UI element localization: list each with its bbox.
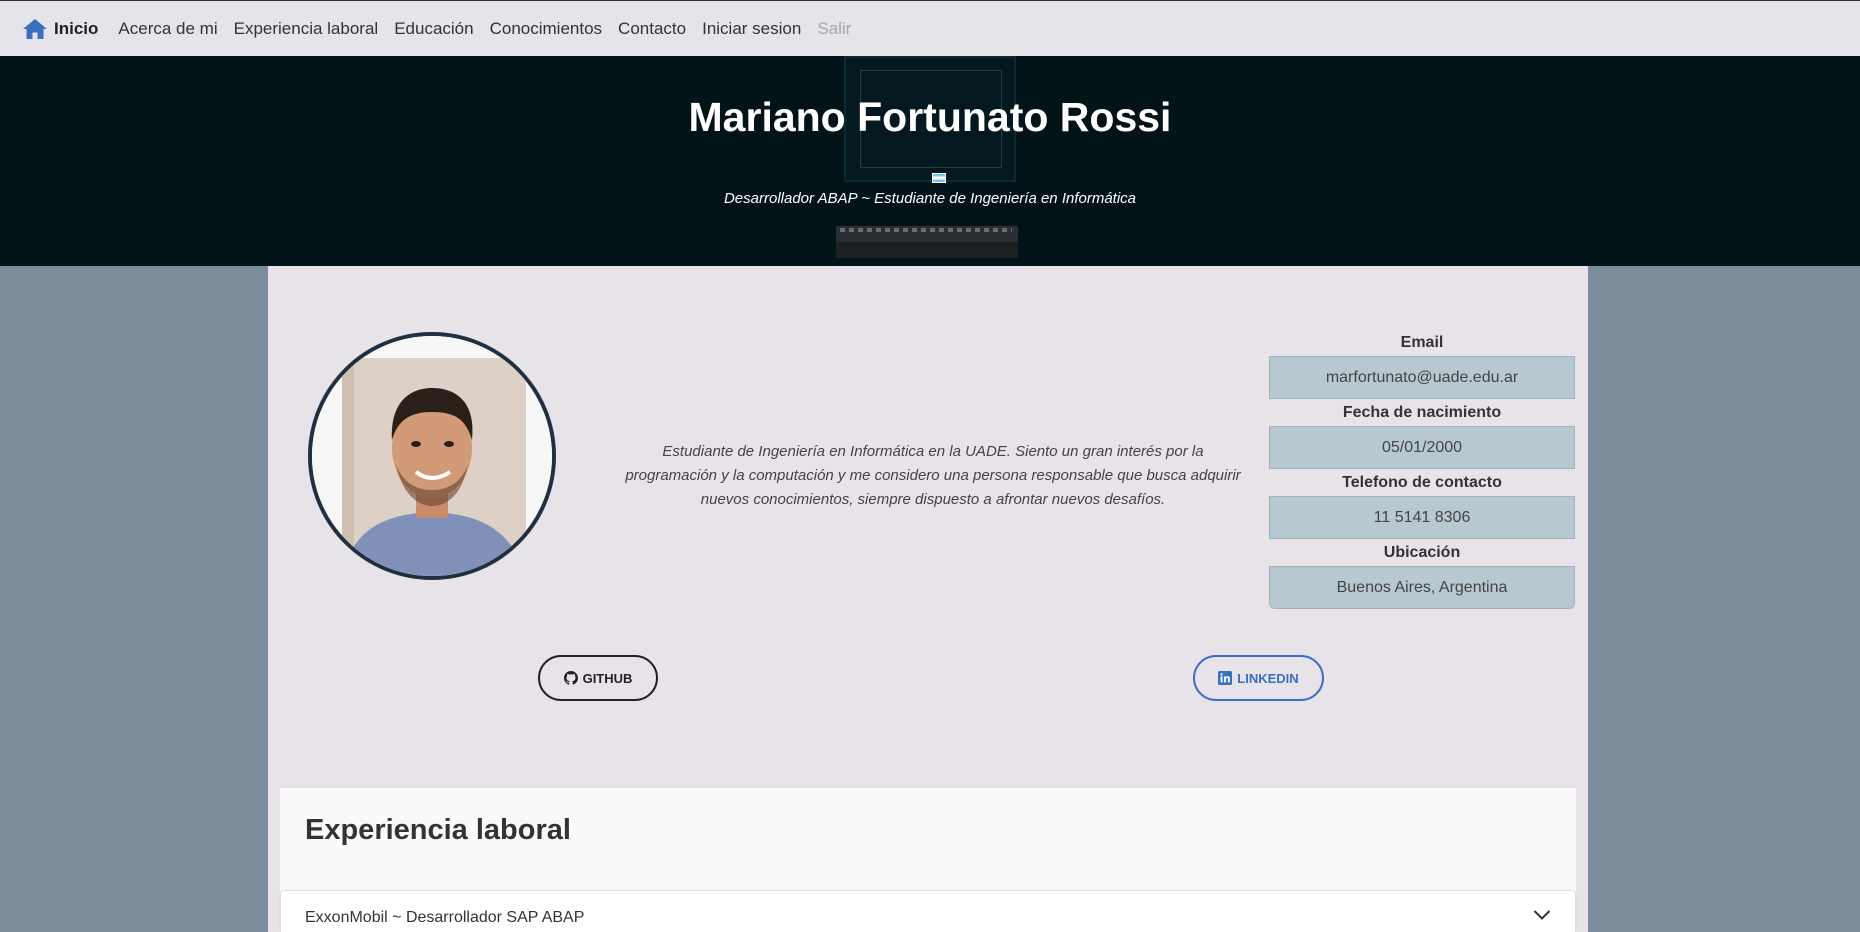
linkedin-label: LINKEDIN xyxy=(1237,670,1299,686)
email-label: Email xyxy=(1400,334,1444,351)
hero-subtitle: Desarrollador ABAP ~ Estudiante de Ingen… xyxy=(723,190,1137,207)
email-field: marfortunato@uade.edu.ar xyxy=(1269,356,1575,399)
about-text: Estudiante de Ingeniería en Informática … xyxy=(625,443,1241,508)
hero-title: Mariano Fortunato Rossi xyxy=(688,94,1172,140)
contact-info: Email marfortunato@uade.edu.ar Fecha de … xyxy=(1269,330,1575,610)
brand-home-link[interactable]: Inicio xyxy=(22,17,98,41)
github-button[interactable]: GITHUB xyxy=(538,655,658,701)
experience-title: Experiencia laboral xyxy=(305,814,571,846)
linkedin-button[interactable]: LINKEDIN xyxy=(1193,655,1324,701)
avatar xyxy=(308,332,556,580)
phone-field: 11 5141 8306 xyxy=(1269,496,1575,539)
argentina-flag-icon xyxy=(932,173,946,183)
experience-accordion-item[interactable]: ExxonMobil ~ Desarrollador SAP ABAP xyxy=(280,890,1576,932)
nav-item-educacion[interactable]: Educación xyxy=(394,19,473,39)
experience-item-label: ExxonMobil ~ Desarrollador SAP ABAP xyxy=(305,909,585,926)
location-field: Buenos Aires, Argentina xyxy=(1269,566,1575,609)
birthdate-field: 05/01/2000 xyxy=(1269,426,1575,469)
birthdate-label: Fecha de nacimiento xyxy=(1342,404,1502,421)
brand-label: Inicio xyxy=(54,18,99,38)
home-icon xyxy=(22,17,48,41)
nav-item-iniciar-sesion[interactable]: Iniciar sesion xyxy=(702,19,801,39)
nav-item-conocimientos[interactable]: Conocimientos xyxy=(490,19,602,39)
nav-item-salir: Salir xyxy=(817,18,852,38)
avatar-photo xyxy=(312,336,552,576)
nav-item-acerca[interactable]: Acerca de mi xyxy=(118,19,217,39)
nav-item-experiencia[interactable]: Experiencia laboral xyxy=(234,19,379,39)
github-label: GITHUB xyxy=(582,670,633,686)
linkedin-icon xyxy=(1218,671,1233,685)
phone-label: Telefono de contacto xyxy=(1342,474,1502,491)
navbar: Inicio Acerca de mi Experiencia laboral … xyxy=(0,0,1860,56)
laptop-keys xyxy=(840,228,1012,232)
experience-section: Experiencia laboral ExxonMobil ~ Desarro… xyxy=(280,788,1576,932)
profile-panel: Estudiante de Ingeniería en Informática … xyxy=(268,266,1588,932)
chevron-down-icon xyxy=(1533,908,1551,920)
nav-item-contacto[interactable]: Contacto xyxy=(618,19,686,39)
laptop-base xyxy=(836,242,1018,258)
github-icon xyxy=(563,671,578,685)
hero-banner: Mariano Fortunato Rossi Desarrollador AB… xyxy=(0,56,1860,266)
location-label: Ubicación xyxy=(1383,544,1461,561)
